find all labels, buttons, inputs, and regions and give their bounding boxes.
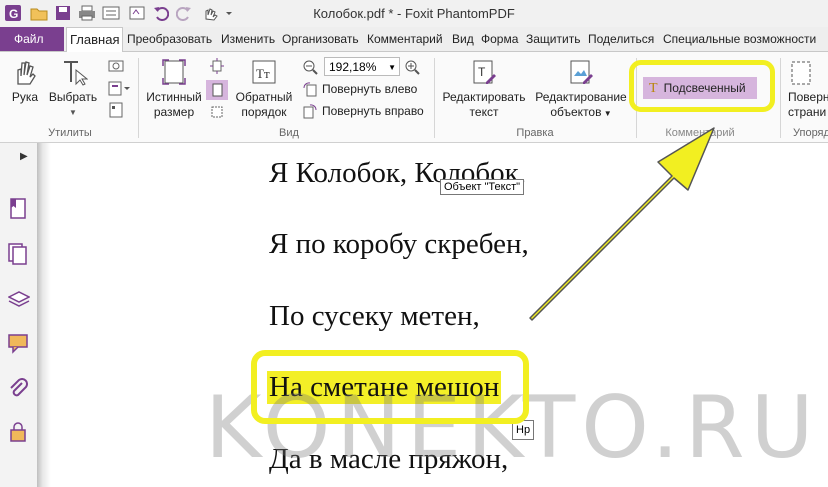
annotation-arrow (529, 127, 715, 321)
arrow-icon (529, 127, 715, 321)
